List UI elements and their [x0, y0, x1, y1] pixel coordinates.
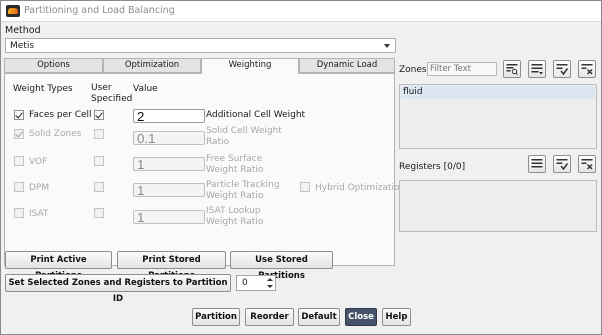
- use-stored-partitions-button[interactable]: Use Stored Partitions: [230, 251, 333, 281]
- deselect-all-icon: [581, 159, 593, 170]
- method-select[interactable]: Metis: [5, 38, 396, 53]
- isat-checkbox[interactable]: [14, 208, 24, 218]
- print-stored-partitions-button[interactable]: Print Stored Partitions: [117, 251, 226, 281]
- zones-deselect-all-button[interactable]: [578, 60, 596, 78]
- select-all-icon: [531, 64, 543, 75]
- registers-list[interactable]: [399, 180, 597, 232]
- zones-select-checked-button[interactable]: [553, 60, 571, 78]
- method-selected-value: Metis: [10, 41, 35, 51]
- dpm-value-input[interactable]: [133, 183, 205, 197]
- deselect-all-icon: [581, 64, 593, 75]
- filter-icon: [506, 64, 518, 75]
- zones-label: Zones: [399, 65, 427, 75]
- app-logo-icon: [6, 5, 20, 17]
- help-button[interactable]: Help: [382, 308, 411, 326]
- zones-list[interactable]: fluid: [399, 84, 597, 149]
- tab-dynamic-load-balancing[interactable]: Dynamic Load Balancing: [299, 58, 395, 83]
- dialog-body: Method Metis Options Optimization Weight…: [1, 23, 601, 334]
- faces-per-cell-desc: Additional Cell Weight: [206, 110, 306, 120]
- reorder-button[interactable]: Reorder: [245, 308, 294, 326]
- window-title: Partitioning and Load Balancing: [24, 5, 175, 16]
- print-active-partitions-button[interactable]: Print Active Partitions: [5, 251, 112, 281]
- vof-user-checkbox[interactable]: [94, 156, 104, 166]
- vof-checkbox[interactable]: [14, 156, 24, 166]
- vof-value-input[interactable]: [133, 157, 205, 171]
- dpm-desc: Particle Tracking Weight Ratio: [206, 180, 280, 201]
- isat-label: ISAT: [29, 209, 49, 219]
- dpm-user-checkbox[interactable]: [94, 182, 104, 192]
- chevron-down-icon: [384, 44, 390, 48]
- tab-optimization[interactable]: Optimization: [103, 58, 201, 73]
- header-weight-types: Weight Types: [13, 84, 73, 94]
- vof-label: VOF: [29, 157, 48, 167]
- method-label: Method: [5, 25, 41, 36]
- solid-zones-user-checkbox[interactable]: [94, 129, 104, 139]
- select-checked-icon: [556, 159, 568, 170]
- dpm-checkbox[interactable]: [14, 182, 24, 192]
- registers-label: Registers [0/0]: [399, 162, 466, 172]
- spin-up-icon[interactable]: [267, 278, 273, 281]
- hybrid-optimization-label: Hybrid Optimization: [315, 183, 406, 193]
- faces-per-cell-value-input[interactable]: [133, 109, 205, 123]
- registers-select-checked-button[interactable]: [553, 155, 571, 173]
- registers-select-all-button[interactable]: [528, 155, 546, 173]
- solid-zones-value-input[interactable]: [133, 131, 205, 145]
- faces-per-cell-checkbox[interactable]: [14, 110, 24, 120]
- faces-per-cell-user-checkbox[interactable]: [94, 110, 104, 120]
- header-value: Value: [133, 84, 158, 94]
- isat-user-checkbox[interactable]: [94, 208, 104, 218]
- solid-zones-checkbox[interactable]: [14, 129, 24, 139]
- dpm-label: DPM: [29, 183, 50, 193]
- default-button[interactable]: Default: [298, 308, 340, 326]
- weighting-panel: Weight Types User Specified Value Faces …: [4, 73, 405, 266]
- select-all-icon: [531, 159, 543, 168]
- zones-filter-input[interactable]: [427, 62, 497, 76]
- title-bar: Partitioning and Load Balancing: [1, 1, 601, 22]
- zones-select-all-button[interactable]: [528, 60, 546, 78]
- vof-desc: Free Surface Weight Ratio: [206, 154, 264, 175]
- set-selected-zones-button[interactable]: Set Selected Zones and Registers to Part…: [5, 274, 231, 304]
- faces-per-cell-label: Faces per Cell: [29, 110, 92, 120]
- list-item[interactable]: fluid: [401, 86, 595, 99]
- spin-down-icon[interactable]: [267, 285, 273, 288]
- partition-id-spinner[interactable]: 0: [236, 275, 276, 291]
- partition-button[interactable]: Partition: [192, 308, 240, 326]
- zones-filter-button[interactable]: [503, 60, 521, 78]
- solid-zones-label: Solid Zones: [29, 129, 82, 139]
- header-user-specified: User Specified: [91, 83, 133, 104]
- hybrid-optimization-checkbox[interactable]: [300, 182, 310, 192]
- partitioning-dialog: Partitioning and Load Balancing Method M…: [0, 0, 602, 335]
- solid-zones-desc: Solid Cell Weight Ratio: [206, 126, 282, 147]
- partition-id-value: 0: [242, 278, 248, 288]
- tab-options[interactable]: Options: [4, 58, 103, 73]
- tab-weighting[interactable]: Weighting: [201, 58, 299, 74]
- select-checked-icon: [556, 64, 568, 75]
- registers-deselect-all-button[interactable]: [578, 155, 596, 173]
- isat-desc: ISAT Lookup Weight Ratio: [206, 206, 264, 227]
- isat-value-input[interactable]: [133, 210, 205, 224]
- close-button[interactable]: Close: [345, 308, 377, 326]
